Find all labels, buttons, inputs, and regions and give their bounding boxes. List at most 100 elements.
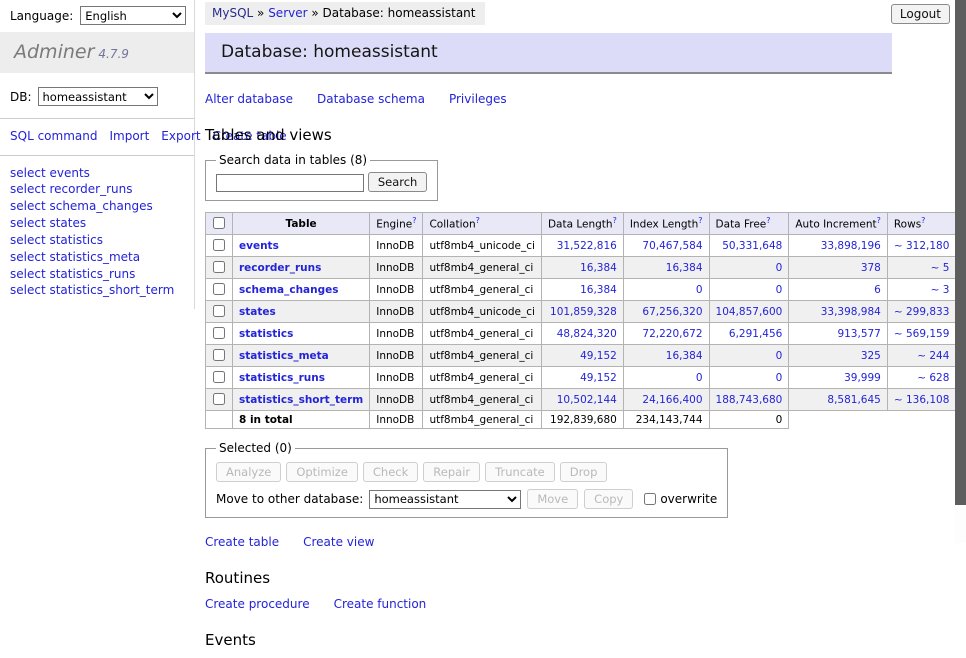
value-link-index-length[interactable]: 16,384 <box>666 350 703 362</box>
select-all-checkbox[interactable] <box>213 217 225 229</box>
help-icon[interactable]: ? <box>766 216 770 225</box>
value-link-auto-increment[interactable]: 39,999 <box>844 372 881 384</box>
value-link-index-length[interactable]: 24,166,400 <box>642 394 702 406</box>
value-link-auto-increment[interactable]: 378 <box>861 262 881 274</box>
copy-button[interactable]: Copy <box>584 489 633 509</box>
sidebar-item-select-statistics-runs[interactable]: select statistics_runs <box>10 267 184 283</box>
value-link-auto-increment[interactable]: 8,581,645 <box>827 394 880 406</box>
row-checkbox[interactable] <box>213 305 225 317</box>
value-link-auto-increment[interactable]: 325 <box>861 350 881 362</box>
breadcrumb-item-mysql[interactable]: MySQL <box>212 6 253 20</box>
repair-button[interactable]: Repair <box>423 462 480 482</box>
sidebar-item-select-events[interactable]: select events <box>10 166 184 182</box>
value-link-index-length[interactable]: 16,384 <box>666 262 703 274</box>
row-checkbox[interactable] <box>213 283 225 295</box>
sidebar-item-select-recorder-runs[interactable]: select recorder_runs <box>10 182 184 198</box>
value-link-data-length[interactable]: 16,384 <box>580 262 617 274</box>
row-checkbox[interactable] <box>213 393 225 405</box>
value-link-data-free[interactable]: 0 <box>776 372 783 384</box>
link-create-procedure[interactable]: Create procedure <box>205 597 310 611</box>
sidebar-action-import[interactable]: Import <box>109 129 149 143</box>
link-alter-database[interactable]: Alter database <box>205 92 293 106</box>
link-create-function[interactable]: Create function <box>334 597 427 611</box>
value-link-data-free[interactable]: 188,743,680 <box>716 394 783 406</box>
link-database-schema[interactable]: Database schema <box>317 92 425 106</box>
drop-button[interactable]: Drop <box>560 462 608 482</box>
db-select[interactable]: homeassistant <box>38 87 158 106</box>
overwrite-checkbox[interactable] <box>644 493 656 505</box>
analyze-button[interactable]: Analyze <box>216 462 281 482</box>
table-name-link[interactable]: statistics <box>239 328 293 340</box>
app-version[interactable]: 4.7.9 <box>98 47 129 61</box>
value-link-data-length[interactable]: 101,859,328 <box>550 306 617 318</box>
value-link-data-length[interactable]: 31,522,816 <box>557 240 617 252</box>
value-link-data-length[interactable]: 10,502,144 <box>557 394 617 406</box>
table-name-link[interactable]: recorder_runs <box>239 262 321 274</box>
value-link-rows[interactable]: ~ 569,159 <box>894 328 950 340</box>
move-button[interactable]: Move <box>527 489 578 509</box>
logout-button[interactable]: Logout <box>891 4 950 24</box>
value-link-rows[interactable]: ~ 628 <box>917 372 949 384</box>
value-link-index-length[interactable]: 0 <box>696 372 703 384</box>
row-checkbox[interactable] <box>213 239 225 251</box>
table-name-link[interactable]: statistics_short_term <box>239 394 363 406</box>
value-link-rows[interactable]: ~ 136,108 <box>894 394 950 406</box>
table-name-link[interactable]: statistics_meta <box>239 350 329 362</box>
value-link-data-length[interactable]: 49,152 <box>580 372 617 384</box>
value-link-data-free[interactable]: 0 <box>776 262 783 274</box>
sidebar-item-select-statistics-meta[interactable]: select statistics_meta <box>10 250 184 266</box>
move-db-select[interactable]: homeassistant <box>369 490 521 509</box>
value-link-data-free[interactable]: 6,291,456 <box>729 328 782 340</box>
sidebar-item-select-statistics[interactable]: select statistics <box>10 233 184 249</box>
search-button[interactable]: Search <box>368 172 428 192</box>
value-link-index-length[interactable]: 72,220,672 <box>642 328 702 340</box>
sidebar-item-select-statistics-short-term[interactable]: select statistics_short_term <box>10 283 184 299</box>
value-link-data-length[interactable]: 48,824,320 <box>557 328 617 340</box>
breadcrumb-item-server[interactable]: Server <box>268 6 307 20</box>
table-name-link[interactable]: events <box>239 240 279 252</box>
sidebar-item-select-states[interactable]: select states <box>10 216 184 232</box>
row-checkbox[interactable] <box>213 261 225 273</box>
value-link-rows[interactable]: ~ 312,180 <box>894 240 950 252</box>
row-checkbox[interactable] <box>213 327 225 339</box>
value-link-rows[interactable]: ~ 299,833 <box>894 306 950 318</box>
value-link-data-free[interactable]: 0 <box>776 350 783 362</box>
help-icon[interactable]: ? <box>877 216 881 225</box>
value-link-index-length[interactable]: 0 <box>696 284 703 296</box>
help-icon[interactable]: ? <box>613 216 617 225</box>
table-name-link[interactable]: states <box>239 306 276 318</box>
value-link-index-length[interactable]: 70,467,584 <box>642 240 702 252</box>
value-link-data-free[interactable]: 0 <box>776 284 783 296</box>
sidebar-action-sql-command[interactable]: SQL command <box>10 129 97 143</box>
row-checkbox[interactable] <box>213 371 225 383</box>
value-link-data-free[interactable]: 104,857,600 <box>716 306 783 318</box>
value-link-rows[interactable]: ~ 5 <box>931 262 950 274</box>
value-link-rows[interactable]: ~ 244 <box>917 350 949 362</box>
help-icon[interactable]: ? <box>698 216 702 225</box>
check-button[interactable]: Check <box>363 462 418 482</box>
language-select[interactable]: English <box>80 6 186 25</box>
table-name-link[interactable]: schema_changes <box>239 284 339 296</box>
sidebar-item-select-schema-changes[interactable]: select schema_changes <box>10 199 184 215</box>
value-link-auto-increment[interactable]: 913,577 <box>837 328 880 340</box>
help-icon[interactable]: ? <box>412 216 416 225</box>
link-create-table[interactable]: Create table <box>205 535 279 549</box>
link-create-view[interactable]: Create view <box>303 535 374 549</box>
value-link-data-free[interactable]: 50,331,648 <box>722 240 782 252</box>
table-name-link[interactable]: statistics_runs <box>239 372 325 384</box>
value-link-auto-increment[interactable]: 33,398,984 <box>821 306 881 318</box>
row-checkbox[interactable] <box>213 349 225 361</box>
value-link-auto-increment[interactable]: 6 <box>874 284 881 296</box>
value-link-data-length[interactable]: 16,384 <box>580 284 617 296</box>
search-input[interactable] <box>216 174 364 192</box>
help-icon[interactable]: ? <box>921 216 925 225</box>
page-scrollbar[interactable] <box>955 0 966 543</box>
scrollbar-thumb[interactable] <box>955 0 966 505</box>
value-link-auto-increment[interactable]: 33,898,196 <box>821 240 881 252</box>
value-link-data-length[interactable]: 49,152 <box>580 350 617 362</box>
value-link-index-length[interactable]: 67,256,320 <box>642 306 702 318</box>
help-icon[interactable]: ? <box>476 216 480 225</box>
value-link-rows[interactable]: ~ 3 <box>931 284 950 296</box>
optimize-button[interactable]: Optimize <box>286 462 358 482</box>
truncate-button[interactable]: Truncate <box>485 462 555 482</box>
